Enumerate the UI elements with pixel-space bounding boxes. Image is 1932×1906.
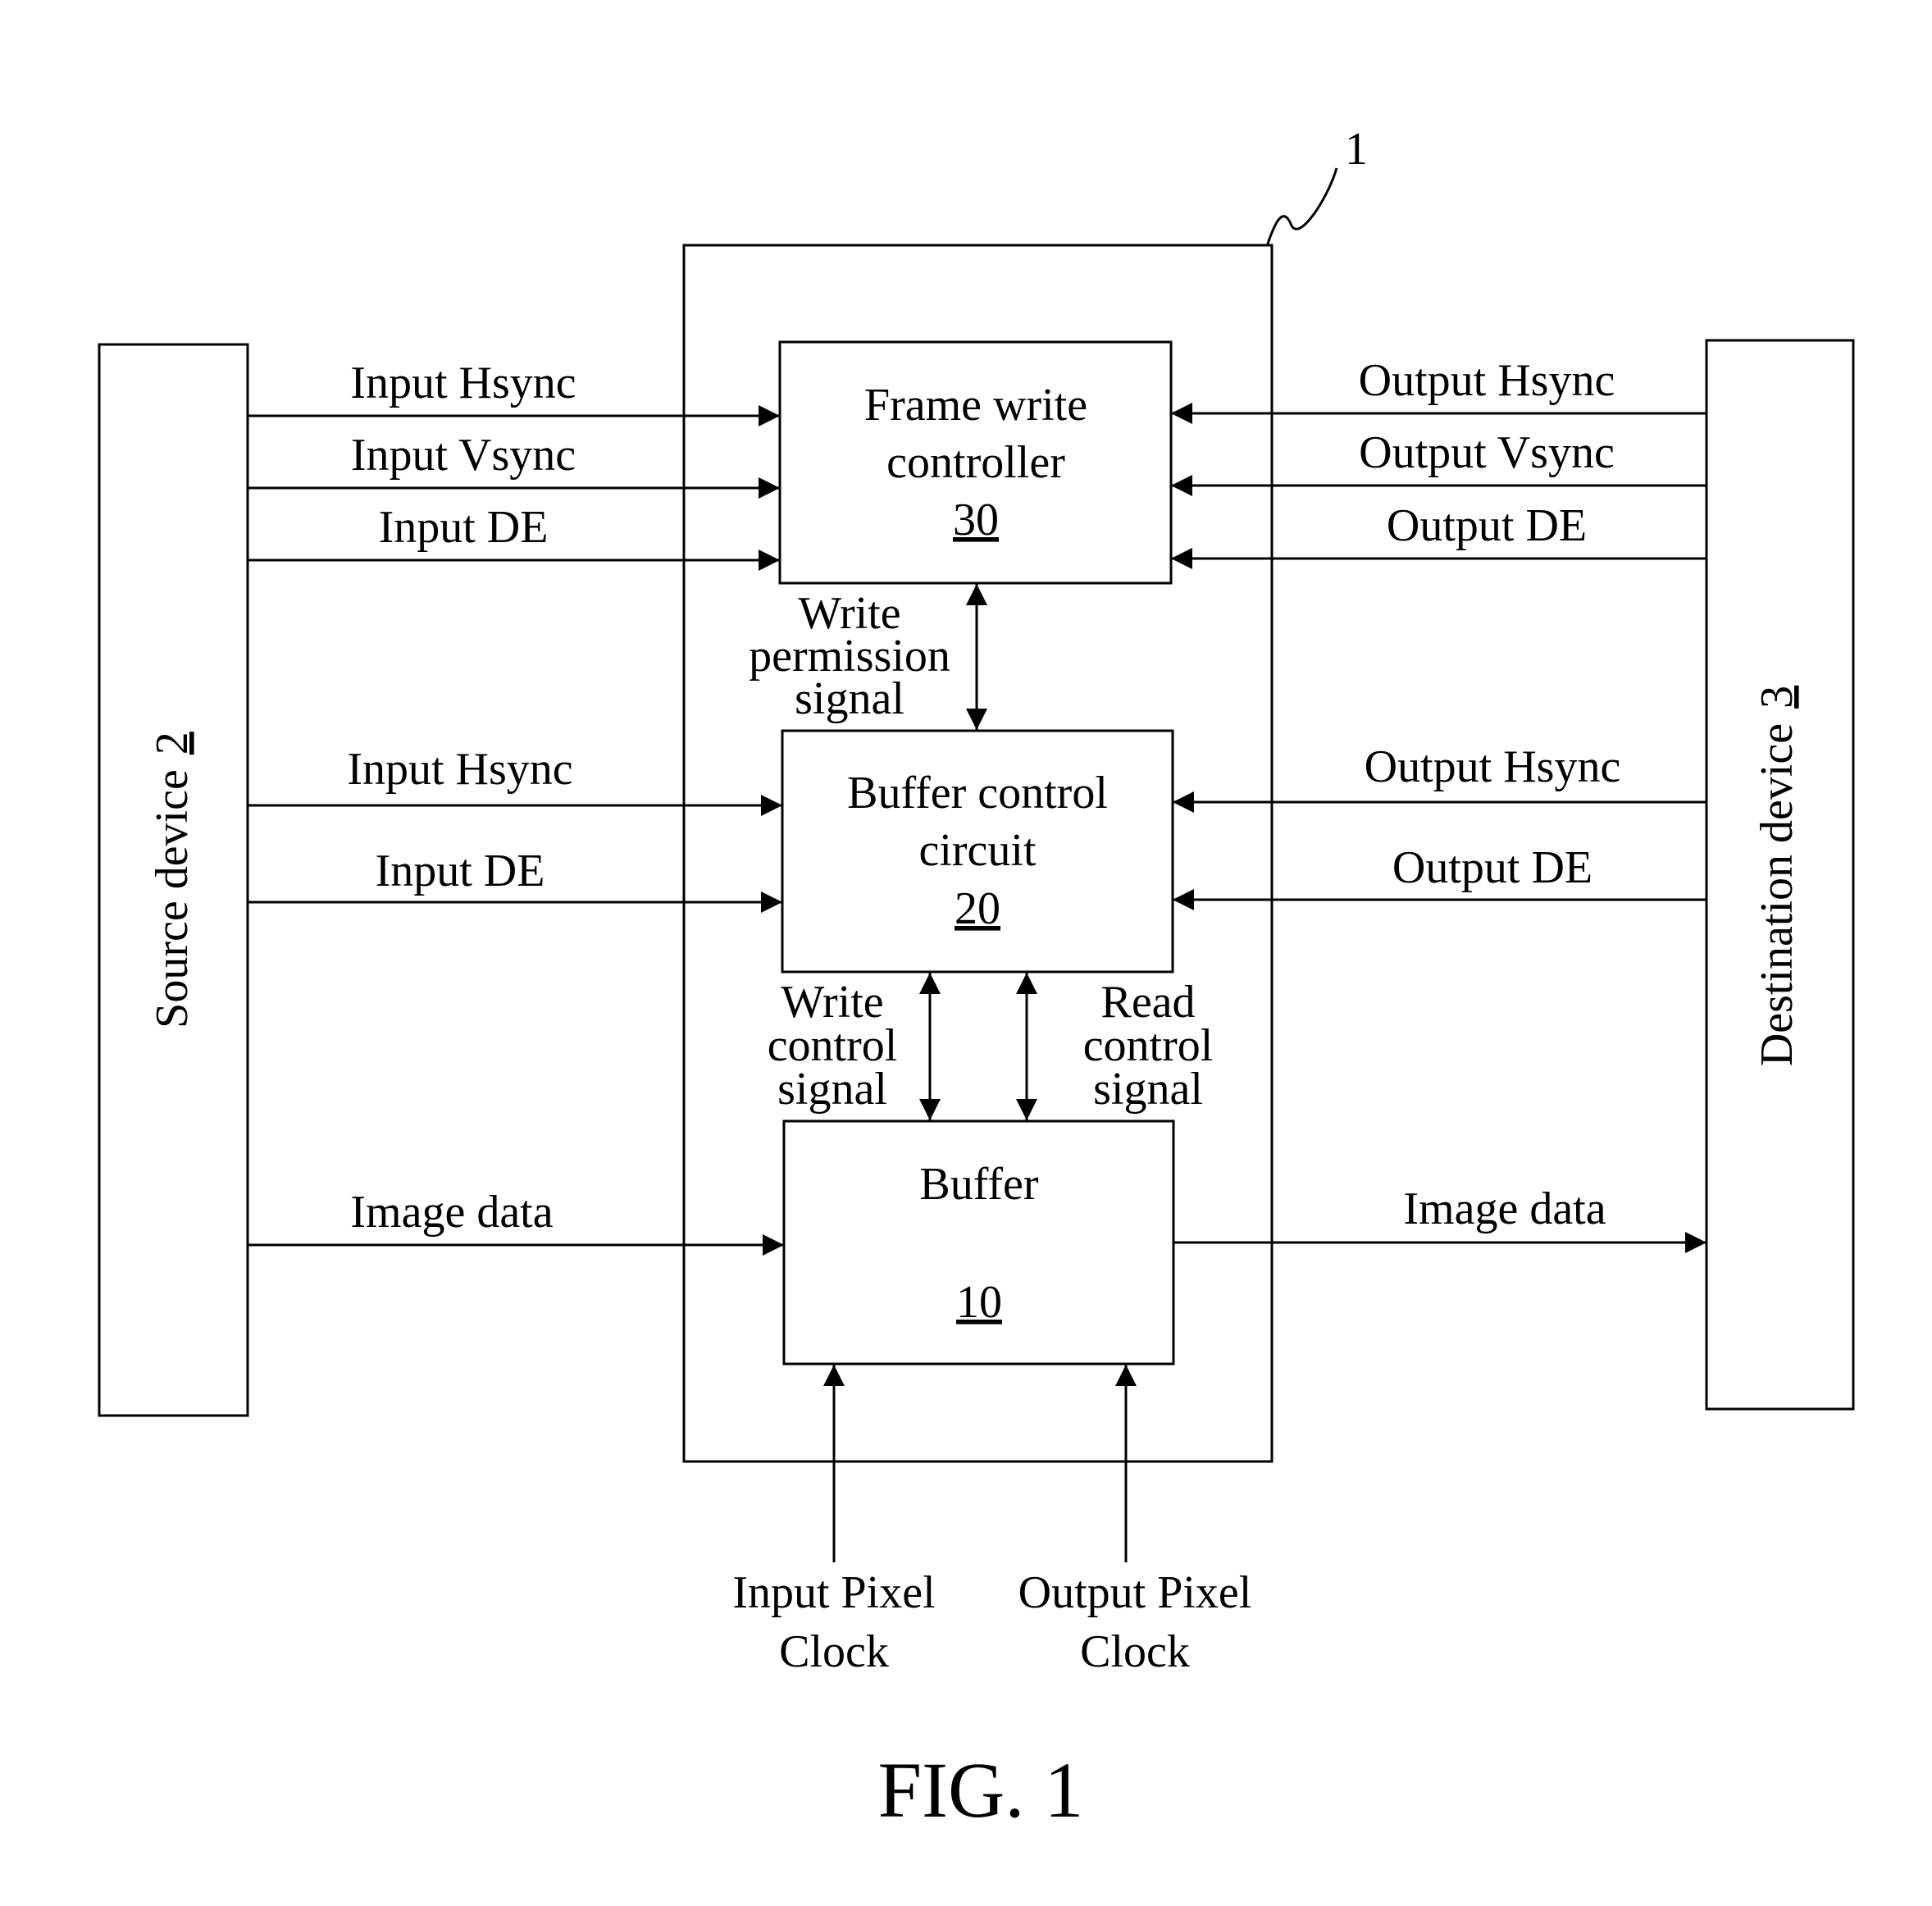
label-fwc-input-vsync: Input Vsync [351, 430, 576, 481]
destination-device-ref: 3 [1752, 686, 1802, 709]
source-device-ref: 2 [147, 732, 198, 755]
label-fwc-output-vsync: Output Vsync [1359, 427, 1615, 478]
source-device-label: Source device2 [147, 732, 198, 1028]
buffer-title: Buffer [919, 1159, 1038, 1210]
label-output-pixel-clock-2: Clock [1080, 1626, 1190, 1677]
buffer-ref: 10 [956, 1277, 1002, 1328]
label-fwc-output-hsync: Output Hsync [1359, 355, 1615, 406]
figure-caption: FIG. 1 [878, 1746, 1084, 1834]
fwc-title-line2: controller [886, 437, 1065, 488]
label-write-control-3: signal [777, 1064, 887, 1115]
label-image-data-out: Image data [1403, 1183, 1606, 1234]
bcc-title-line2: circuit [918, 825, 1036, 876]
destination-device-label: Destination device3 [1752, 686, 1802, 1066]
label-bcc-output-hsync: Output Hsync [1365, 741, 1621, 792]
label-output-pixel-clock-1: Output Pixel [1018, 1567, 1252, 1618]
bcc-ref: 20 [955, 883, 1000, 934]
bcc-title-line1: Buffer control [847, 768, 1108, 818]
label-bcc-input-de: Input DE [376, 846, 545, 896]
system-ref-leader [1265, 167, 1338, 247]
label-write-permission-3: signal [795, 673, 904, 724]
label-bcc-output-de: Output DE [1392, 842, 1593, 893]
fwc-ref: 30 [953, 495, 999, 545]
system-ref-label: 1 [1345, 124, 1368, 175]
label-input-pixel-clock-1: Input Pixel [732, 1567, 935, 1618]
label-fwc-input-hsync: Input Hsync [350, 358, 576, 408]
label-bcc-input-hsync: Input Hsync [347, 744, 572, 795]
label-read-control-3: signal [1093, 1064, 1203, 1115]
label-input-pixel-clock-2: Clock [779, 1626, 889, 1677]
fwc-title-line1: Frame write [864, 380, 1087, 431]
block-diagram: 1 Source device2 Destination device3 Fra… [98, 124, 1855, 1834]
label-fwc-output-de: Output DE [1387, 500, 1587, 551]
label-image-data-in: Image data [350, 1187, 553, 1238]
label-fwc-input-de: Input DE [379, 502, 549, 553]
